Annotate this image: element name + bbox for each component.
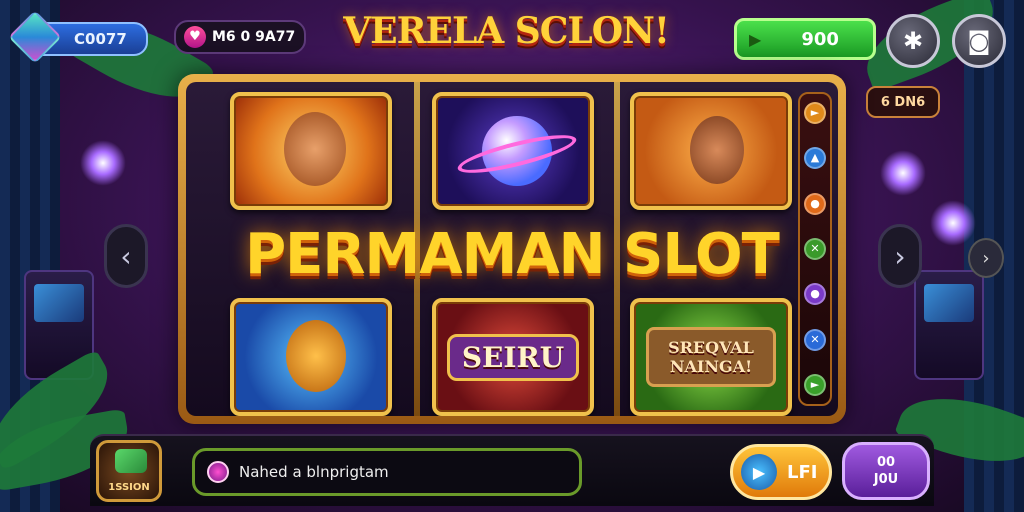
warrior-portrait bbox=[284, 112, 346, 186]
game-title: VERELA SCLON! bbox=[343, 10, 670, 52]
balance-value: 900 bbox=[801, 28, 839, 50]
session-label: 1SSION bbox=[108, 482, 150, 493]
auto-spin-button[interactable]: 00 J0U bbox=[842, 442, 930, 500]
reels-area: PERMAMAN SLOT SEIRU SREQVAL NAINGA! ► ▲ … bbox=[186, 82, 838, 416]
lion-portrait bbox=[286, 320, 346, 392]
side-menu-button[interactable]: › bbox=[968, 238, 1004, 278]
chevron-right-icon: › bbox=[894, 239, 906, 273]
tools-icon: ✱ bbox=[902, 27, 924, 55]
symbol-lion[interactable] bbox=[230, 298, 392, 416]
tile-label: SREQVAL NAINGA! bbox=[646, 327, 776, 387]
coins-counter[interactable]: C0077 bbox=[8, 10, 148, 64]
symbol-planet[interactable] bbox=[432, 92, 594, 210]
auto-line-1: 00 bbox=[876, 455, 896, 470]
spin-button[interactable]: ▶ LFI bbox=[730, 444, 832, 500]
payline-marker[interactable]: ● bbox=[804, 283, 826, 306]
spotlight bbox=[880, 150, 926, 196]
symbol-warrior[interactable] bbox=[230, 92, 392, 210]
tile-label: SEIRU bbox=[446, 333, 580, 381]
spotlight bbox=[80, 140, 126, 186]
symbol-sreqval[interactable]: SREQVAL NAINGA! bbox=[630, 298, 792, 416]
payline-marker[interactable]: ✕ bbox=[804, 237, 826, 260]
message-field[interactable]: Nahed a blnprigtam bbox=[192, 448, 582, 496]
level-indicator[interactable]: ♥ M6 0 9A77 bbox=[174, 20, 306, 54]
chevron-left-icon: ‹ bbox=[120, 239, 132, 273]
tools-button[interactable]: ✱ bbox=[886, 14, 940, 68]
banner-title: PERMAMAN SLOT bbox=[245, 222, 780, 287]
arcade-cabinet bbox=[914, 270, 984, 380]
chat-icon bbox=[207, 461, 229, 483]
symbol-queen[interactable] bbox=[630, 92, 792, 210]
session-button[interactable]: 1SSION bbox=[96, 440, 162, 502]
auto-line-2: J0U bbox=[873, 472, 899, 487]
coins-value: C0077 bbox=[74, 30, 127, 48]
previous-arrow-button[interactable]: ‹ bbox=[104, 224, 148, 288]
level-text: M6 0 9A77 bbox=[212, 29, 296, 45]
payline-marker[interactable]: ► bbox=[804, 102, 826, 124]
play-icon: ▶ bbox=[741, 454, 777, 490]
game-screen: C0077 ♥ M6 0 9A77 VERELA SCLON! ▶ 900 ✱ … bbox=[0, 0, 1024, 512]
symbol-seiru[interactable]: SEIRU bbox=[432, 298, 594, 416]
cash-icon bbox=[115, 449, 147, 473]
payline-marker[interactable]: ✕ bbox=[804, 328, 826, 351]
spin-label: LFI bbox=[787, 461, 818, 483]
balance-button[interactable]: ▶ 900 bbox=[734, 18, 876, 60]
heart-icon: ♥ bbox=[184, 26, 206, 48]
message-text: Nahed a blnprigtam bbox=[239, 463, 389, 481]
payline-marker[interactable]: ● bbox=[804, 192, 826, 215]
next-arrow-button[interactable]: › bbox=[878, 224, 922, 288]
bet-indicator[interactable]: 6 DN6 bbox=[866, 86, 940, 118]
payline-marker[interactable]: ► bbox=[804, 373, 826, 396]
camera-icon: ◙ bbox=[967, 27, 991, 55]
chevron-right-icon: › bbox=[982, 247, 990, 269]
camera-button[interactable]: ◙ bbox=[952, 14, 1006, 68]
slot-frame: PERMAMAN SLOT SEIRU SREQVAL NAINGA! ► ▲ … bbox=[178, 74, 846, 424]
spotlight bbox=[930, 200, 976, 246]
payline-rail: ► ▲ ● ✕ ● ✕ ► bbox=[798, 92, 832, 406]
payline-marker[interactable]: ▲ bbox=[804, 147, 826, 170]
queen-portrait bbox=[690, 116, 744, 184]
arrow-icon: ▶ bbox=[749, 29, 762, 49]
